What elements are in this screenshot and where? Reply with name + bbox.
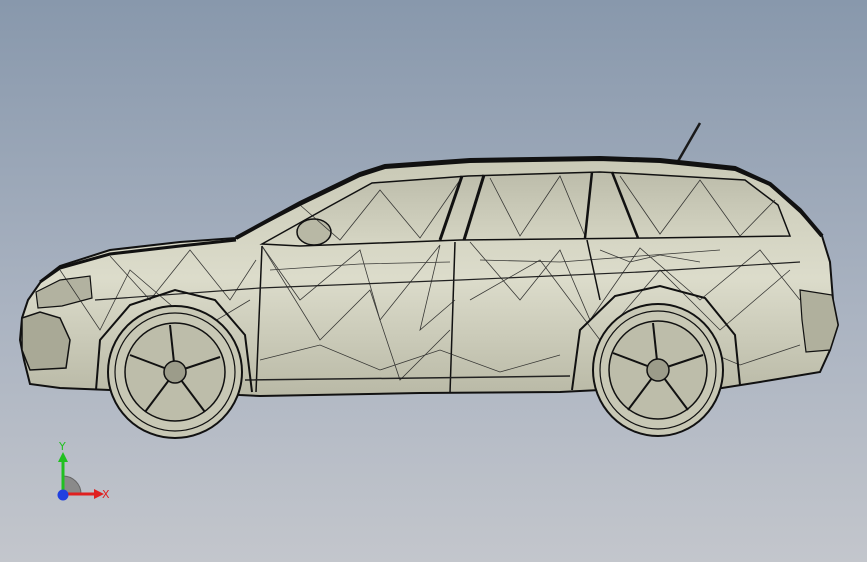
y-axis-label: Y (58, 440, 66, 453)
car-wireframe-model[interactable] (0, 0, 867, 562)
front-wheel (107, 305, 243, 439)
y-axis-arrow (58, 452, 68, 462)
antenna (675, 122, 702, 164)
rear-bumper (799, 289, 839, 353)
side-mirror (296, 218, 332, 246)
coordinate-triad[interactable]: Y X (40, 436, 120, 516)
z-axis-dot (57, 489, 69, 501)
graphics-viewport[interactable]: Y X (0, 0, 867, 562)
rear-wheel (592, 303, 724, 437)
x-axis-label: X (102, 488, 110, 501)
